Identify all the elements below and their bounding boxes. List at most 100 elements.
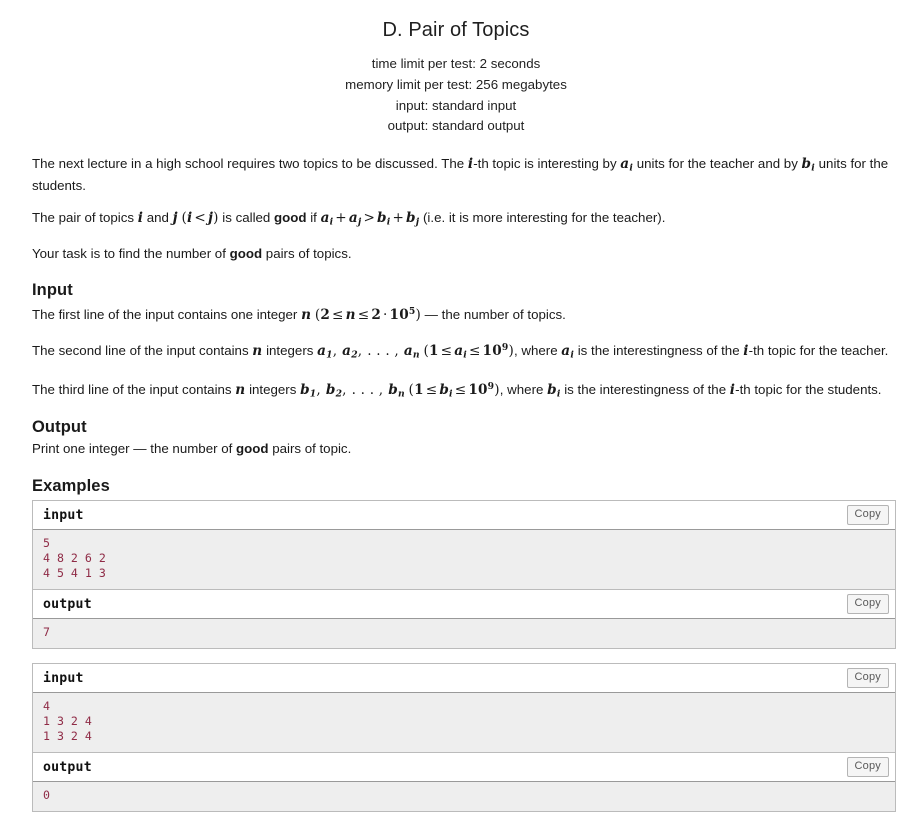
math-var: b: [547, 382, 557, 399]
math-n: n: [252, 343, 262, 359]
text-fragment: pairs of topic.: [268, 441, 352, 457]
input-header-2: input Copy: [33, 662, 895, 693]
math-var: a: [620, 156, 630, 173]
math-operator: ·: [383, 307, 388, 324]
math-i-lt-j: (i < j): [181, 210, 218, 226]
time-limit: time limit per test: 2 seconds: [371, 56, 541, 71]
math-var: b: [325, 382, 336, 399]
section-heading-input: Input: [32, 281, 73, 300]
math-operator: ≤: [440, 342, 453, 359]
statement-paragraph-2: The pair of topics i and j (i < j) is call…: [32, 209, 896, 231]
text-fragment: The third line of the input contains: [32, 382, 236, 398]
math-var: b: [300, 382, 310, 399]
math-number: 10: [389, 307, 409, 324]
emphasis-good: good: [274, 209, 307, 225]
math-operator: +: [335, 209, 347, 226]
sample-tests: input Copy 5 4 8 2 6 2 4 5 4 1 3 output …: [32, 499, 896, 812]
copy-button[interactable]: Copy: [846, 756, 889, 777]
text-fragment: and: [143, 209, 173, 225]
text-fragment: -th topic for the teacher.: [748, 342, 889, 358]
math-number: 2: [320, 307, 331, 324]
output-label: output: [43, 596, 92, 612]
math-number: 10: [468, 382, 488, 399]
text-fragment: The second line of the input contains: [32, 342, 253, 358]
math-comma: ,: [342, 382, 347, 399]
math-var: a: [348, 209, 358, 226]
math-n: n: [301, 307, 311, 323]
problem-statement: D. Pair of Topics time limit per test: 2…: [0, 0, 912, 812]
statement-paragraph-1: The next lecture in a high school requir…: [32, 155, 896, 195]
math-a-range: (1 ≤ ai ≤109): [423, 342, 514, 361]
memory-limit: memory limit per test: 256 megabytes: [345, 76, 567, 92]
text-fragment: -th topic for the students.: [735, 382, 882, 398]
math-b-i: bi: [547, 382, 560, 400]
math-var: a: [403, 342, 413, 359]
output-data-1: 7: [33, 618, 895, 648]
math-ellipsis: . . . ,: [367, 342, 399, 359]
math-n: n: [235, 382, 245, 398]
text-fragment: The pair of topics: [32, 209, 138, 225]
math-var: b: [801, 156, 812, 173]
input-spec: input: standard input: [395, 97, 517, 113]
math-var: b: [406, 209, 416, 226]
copy-button[interactable]: Copy: [846, 593, 889, 614]
math-a-sequence: a1, a2, . . . , an: [317, 342, 420, 361]
copy-button[interactable]: Copy: [846, 504, 889, 525]
math-sub: 2: [351, 349, 358, 361]
math-sub: 1: [326, 349, 333, 361]
text-fragment: pairs of topics.: [262, 245, 352, 261]
problem-body: The next lecture in a high school requir…: [0, 155, 912, 812]
math-operator: >: [363, 209, 376, 226]
input-data-1: 5 4 8 2 6 2 4 5 4 1 3: [33, 529, 895, 590]
math-number: 1: [428, 342, 439, 359]
math-var: a: [454, 342, 464, 359]
math-var: n: [252, 342, 263, 359]
math-var: b: [377, 209, 387, 226]
math-var: n: [345, 307, 356, 324]
text-fragment: , where: [499, 382, 548, 398]
math-comma: ,: [316, 382, 321, 399]
text-fragment: if: [306, 209, 321, 225]
math-var: a: [317, 342, 327, 359]
math-comma: ,: [332, 342, 338, 359]
math-var: n: [301, 307, 312, 324]
output-header-2: output Copy: [33, 752, 895, 782]
section-heading-examples: Examples: [32, 476, 110, 495]
text-fragment: The next lecture in a high school requir…: [32, 156, 468, 172]
text-fragment: The first line of the input contains one…: [32, 307, 302, 323]
math-operator: ≤: [357, 307, 370, 324]
text-fragment: is the interestingness of the: [560, 382, 730, 398]
text-fragment: units for the teacher and by: [633, 156, 802, 172]
input-data-2: 4 1 3 2 4 1 3 2 4: [33, 692, 895, 753]
text-fragment: -th topic is interesting by: [473, 156, 621, 172]
math-number: 2: [371, 307, 381, 324]
math-b-range: (1 ≤ bi ≤109): [409, 381, 500, 400]
math-var: a: [342, 342, 352, 359]
copy-button[interactable]: Copy: [846, 667, 889, 688]
math-ellipsis: . . . ,: [351, 382, 384, 399]
text-fragment: is called: [218, 209, 275, 225]
math-operator: +: [392, 209, 405, 226]
section-heading-output: Output: [32, 418, 87, 437]
emphasis-good: good: [229, 245, 263, 261]
math-b-i: bi: [801, 156, 815, 174]
math-var: b: [439, 382, 450, 399]
text-fragment: (i.e. it is more interesting for the tea…: [419, 209, 666, 225]
math-inequality: ai + aj > bi + bj: [321, 209, 420, 228]
output-spec: output: standard output: [387, 118, 525, 134]
input-paragraph-3: The third line of the input contains n i…: [32, 378, 896, 403]
math-number: 1: [414, 382, 424, 399]
sample-test-1: input Copy 5 4 8 2 6 2 4 5 4 1 3 output …: [32, 499, 896, 649]
math-var: j: [172, 209, 178, 226]
math-sub: n: [397, 388, 405, 400]
math-var: a: [561, 342, 571, 359]
math-a-i: ai: [561, 342, 574, 361]
input-header-1: input Copy: [33, 499, 895, 530]
math-sub: n: [412, 349, 420, 361]
output-header-1: output Copy: [33, 589, 895, 619]
math-var: n: [235, 382, 246, 399]
math-var: b: [388, 382, 398, 399]
text-fragment: — the number of topics.: [420, 307, 566, 323]
sample-test-2: input Copy 4 1 3 2 4 1 3 2 4 output Copy…: [32, 662, 896, 812]
math-operator: ≤: [332, 307, 344, 324]
